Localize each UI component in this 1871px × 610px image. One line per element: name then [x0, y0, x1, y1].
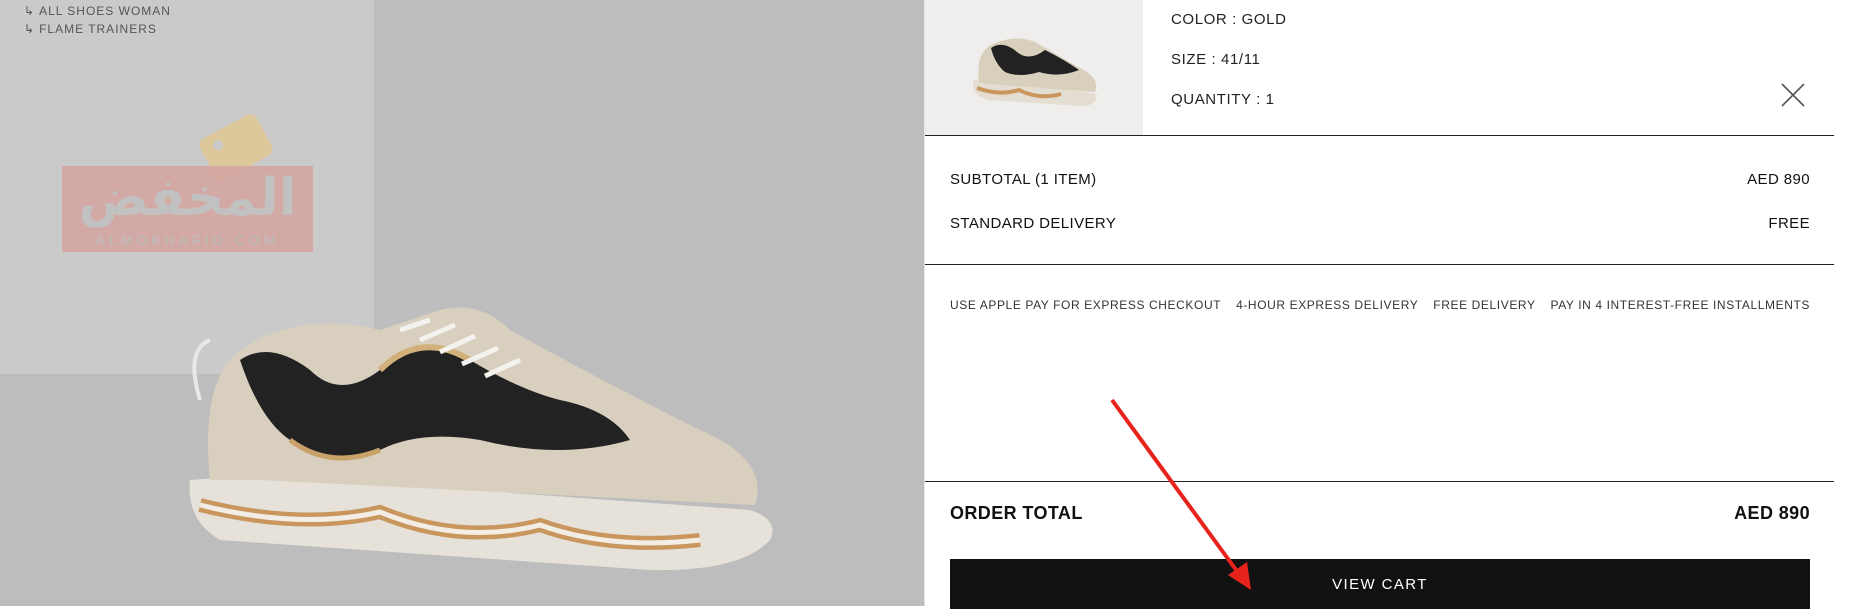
- watermark-arabic: المخفض: [78, 168, 297, 228]
- cart-item-details: COLOR : GOLD SIZE : 41/11 QUANTITY : 1: [1171, 8, 1287, 128]
- subtotal-label: SUBTOTAL (1 ITEM): [950, 171, 1097, 188]
- watermark-logo: المخفض ALMOKHAFID.COM: [62, 111, 317, 255]
- watermark-latin: ALMOKHAFID.COM: [95, 232, 280, 248]
- sneaker-product-image: [189, 307, 773, 571]
- page-scrollbar-gutter: [1834, 0, 1871, 606]
- perk-apple-pay: USE APPLE PAY FOR EXPRESS CHECKOUT: [950, 298, 1222, 312]
- subtotal-value: AED 890: [1747, 171, 1810, 188]
- return-arrow-icon: ↳: [24, 22, 36, 36]
- order-total-row: ORDER TOTAL AED 890: [950, 503, 1810, 524]
- item-color: COLOR : GOLD: [1171, 11, 1287, 28]
- cart-item-thumbnail[interactable]: [925, 0, 1143, 135]
- breadcrumb-item-flame-trainers[interactable]: ↳ FLAME TRAINERS: [24, 20, 171, 38]
- mini-cart-drawer: COLOR : GOLD SIZE : 41/11 QUANTITY : 1 S…: [924, 0, 1835, 609]
- delivery-label: STANDARD DELIVERY: [950, 215, 1117, 232]
- order-total-label: ORDER TOTAL: [950, 503, 1083, 523]
- return-arrow-icon: ↳: [24, 4, 36, 18]
- item-quantity: QUANTITY : 1: [1171, 91, 1275, 108]
- delivery-value: FREE: [1768, 215, 1810, 232]
- delivery-row: STANDARD DELIVERY FREE: [950, 215, 1810, 232]
- sneaker-thumbnail-image: [972, 38, 1097, 106]
- perk-installments: PAY IN 4 INTEREST-FREE INSTALLMENTS: [1550, 298, 1810, 312]
- divider: [925, 264, 1835, 265]
- breadcrumb-item-all-shoes-woman[interactable]: ↳ ALL SHOES WOMAN: [24, 2, 171, 20]
- item-size: SIZE : 41/11: [1171, 51, 1261, 68]
- subtotal-row: SUBTOTAL (1 ITEM) AED 890: [950, 171, 1810, 188]
- breadcrumb: ↳ ALL SHOES WOMAN ↳ FLAME TRAINERS: [24, 2, 171, 38]
- order-total-value: AED 890: [1734, 503, 1810, 523]
- divider: [925, 135, 1835, 136]
- perk-free-delivery: FREE DELIVERY: [1433, 298, 1536, 312]
- close-icon[interactable]: [1780, 82, 1806, 108]
- product-page-overlay[interactable]: ↳ ALL SHOES WOMAN ↳ FLAME TRAINERS المخفض …: [0, 0, 924, 606]
- divider: [925, 481, 1835, 482]
- perk-express-delivery: 4-HOUR EXPRESS DELIVERY: [1236, 298, 1419, 312]
- view-cart-button[interactable]: VIEW CART: [950, 559, 1810, 609]
- perks-list: USE APPLE PAY FOR EXPRESS CHECKOUT 4-HOU…: [950, 298, 1810, 312]
